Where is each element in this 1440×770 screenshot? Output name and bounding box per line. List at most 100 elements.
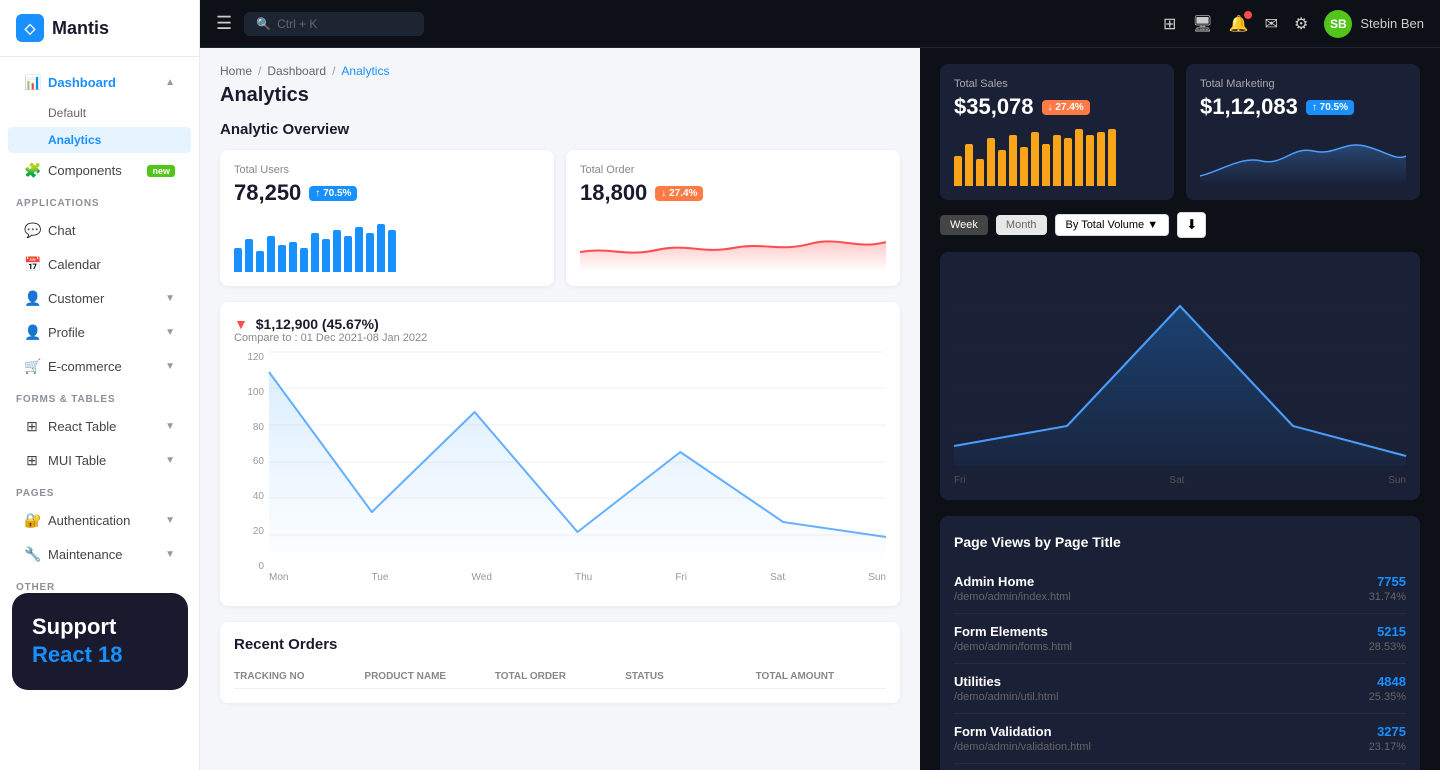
analytic-overview-title: Analytic Overview <box>220 121 900 138</box>
btn-volume[interactable]: By Total Volume ▼ <box>1055 214 1170 236</box>
income-compare: Compare to : 01 Dec 2021-08 Jan 2022 <box>234 332 427 344</box>
btn-download[interactable]: ⬇ <box>1177 212 1206 238</box>
page-views-section: Page Views by Page Title Admin Home /dem… <box>940 516 1420 770</box>
section-pages: Pages <box>0 478 199 503</box>
customer-label: Customer <box>48 291 104 306</box>
settings-icon[interactable]: ⚙ <box>1294 14 1308 34</box>
sidebar: ◇ Mantis 📊 Dashboard ▲ Default Analytics… <box>0 0 200 770</box>
auth-chevron: ▼ <box>165 515 175 526</box>
ecommerce-chevron: ▼ <box>165 361 175 372</box>
topbar: ☰ 🔍 Ctrl + K ⊞ 🖥 🔔 ✉ ⚙ SB Stebin Ben <box>200 0 1440 48</box>
income-overview-section: ▼ $1,12,900 (45.67%) Compare to : 01 Dec… <box>220 302 900 606</box>
total-order-label: Total Order <box>580 164 886 176</box>
notification-icon[interactable]: 🔔 <box>1229 14 1249 34</box>
orders-table-header: TRACKING NO PRODUCT NAME TOTAL ORDER STA… <box>234 665 886 689</box>
breadcrumb-current: Analytics <box>341 64 389 78</box>
ecommerce-label: E-commerce <box>48 359 122 374</box>
user-avatar: SB <box>1324 10 1352 38</box>
maintenance-chevron: ▼ <box>165 549 175 560</box>
total-users-badge: ↑ 70.5% <box>309 186 357 201</box>
income-line-chart: 120 100 80 60 40 20 0 <box>234 352 886 592</box>
stat-card-total-users: Total Users 78,250 ↑ 70.5% <box>220 150 554 286</box>
income-controls: Week Month By Total Volume ▼ ⬇ <box>940 212 1420 238</box>
calendar-icon: 📅 <box>24 256 40 273</box>
th-tracking: TRACKING NO <box>234 671 364 682</box>
stat-cards: Total Users 78,250 ↑ 70.5% <box>220 150 900 286</box>
sidebar-item-react-table[interactable]: ⊞ React Table ▼ <box>8 410 191 443</box>
sidebar-item-analytics[interactable]: Analytics <box>8 127 191 153</box>
chat-label: Chat <box>48 223 75 238</box>
components-label: Components <box>48 163 122 178</box>
calendar-label: Calendar <box>48 257 101 272</box>
mui-table-chevron: ▼ <box>165 455 175 466</box>
total-order-value: 18,800 ↓ 27.4% <box>580 180 886 206</box>
ecommerce-icon: 🛒 <box>24 358 40 375</box>
notification-dot <box>1244 11 1252 19</box>
total-users-label: Total Users <box>234 164 540 176</box>
right-xaxis: Fri Sat Sun <box>954 475 1406 486</box>
mail-icon[interactable]: ✉ <box>1265 14 1278 34</box>
section-applications: Applications <box>0 188 199 213</box>
apps-icon[interactable]: ⊞ <box>1163 14 1176 34</box>
react-table-icon: ⊞ <box>24 418 40 435</box>
sidebar-item-components[interactable]: 🧩 Components new <box>8 154 191 187</box>
breadcrumb: Home / Dashboard / Analytics <box>220 64 900 78</box>
breadcrumb-dashboard[interactable]: Dashboard <box>267 64 326 78</box>
total-order-chart <box>580 212 886 272</box>
maintenance-label: Maintenance <box>48 547 122 562</box>
components-icon: 🧩 <box>24 162 40 179</box>
display-icon[interactable]: 🖥 <box>1192 14 1212 34</box>
right-chart-section: Fri Sat Sun <box>940 252 1420 500</box>
sidebar-item-authentication[interactable]: 🔐 Authentication ▼ <box>8 504 191 537</box>
income-value: ▼ $1,12,900 (45.67%) <box>234 316 427 332</box>
topbar-left: ☰ 🔍 Ctrl + K <box>216 12 424 36</box>
total-marketing-label: Total Marketing <box>1200 78 1406 90</box>
mui-table-label: MUI Table <box>48 453 106 468</box>
page-view-item-utilities: Utilities /demo/admin/util.html 4848 25.… <box>954 664 1406 714</box>
support-line1: Support <box>32 614 116 639</box>
sidebar-item-customer[interactable]: 👤 Customer ▼ <box>8 282 191 315</box>
total-sales-label: Total Sales <box>954 78 1160 90</box>
sidebar-dashboard-label: Dashboard <box>48 75 116 90</box>
search-box[interactable]: 🔍 Ctrl + K <box>244 12 424 36</box>
total-marketing-value: $1,12,083 ↑ 70.5% <box>1200 94 1406 120</box>
sidebar-item-default[interactable]: Default <box>8 100 191 126</box>
total-users-value: 78,250 ↑ 70.5% <box>234 180 540 206</box>
maintenance-icon: 🔧 <box>24 546 40 563</box>
page-title: Analytics <box>220 84 900 107</box>
search-placeholder: Ctrl + K <box>277 17 317 31</box>
sidebar-item-chat[interactable]: 💬 Chat <box>8 214 191 247</box>
dark-stat-cards: Total Sales $35,078 ↓ 27.4% <box>940 64 1420 200</box>
search-icon: 🔍 <box>256 17 271 31</box>
sidebar-item-dashboard[interactable]: 📊 Dashboard ▲ <box>8 66 191 99</box>
sidebar-item-calendar[interactable]: 📅 Calendar <box>8 248 191 281</box>
page-views-title: Page Views by Page Title <box>954 534 1406 550</box>
profile-icon: 👤 <box>24 324 40 341</box>
sidebar-logo: ◇ Mantis <box>0 0 199 57</box>
recent-orders-section: Recent Orders TRACKING NO PRODUCT NAME T… <box>220 622 900 703</box>
th-total-amount: TOTAL AMOUNT <box>756 671 886 682</box>
sidebar-item-ecommerce[interactable]: 🛒 E-commerce ▼ <box>8 350 191 383</box>
menu-toggle-button[interactable]: ☰ <box>216 13 232 34</box>
components-badge: new <box>147 165 175 177</box>
dashboard-chevron: ▲ <box>165 77 175 88</box>
sidebar-item-maintenance[interactable]: 🔧 Maintenance ▼ <box>8 538 191 571</box>
breadcrumb-home[interactable]: Home <box>220 64 252 78</box>
sidebar-item-mui-table[interactable]: ⊞ MUI Table ▼ <box>8 444 191 477</box>
total-sales-value: $35,078 ↓ 27.4% <box>954 94 1160 120</box>
btn-week[interactable]: Week <box>940 215 988 235</box>
chat-icon: 💬 <box>24 222 40 239</box>
page-view-item-modals: Modals /demo/admin/modals.html 3003 22.2… <box>954 764 1406 770</box>
user-name: Stebin Ben <box>1360 16 1424 31</box>
stat-card-total-sales: Total Sales $35,078 ↓ 27.4% <box>940 64 1174 200</box>
section-forms-tables: Forms & Tables <box>0 384 199 409</box>
user-avatar-section[interactable]: SB Stebin Ben <box>1324 10 1424 38</box>
content-area: Home / Dashboard / Analytics Analytics A… <box>200 48 1440 770</box>
mui-table-icon: ⊞ <box>24 452 40 469</box>
btn-month[interactable]: Month <box>996 215 1047 235</box>
support-popup[interactable]: Support React 18 <box>12 593 188 690</box>
profile-label: Profile <box>48 325 85 340</box>
sidebar-item-profile[interactable]: 👤 Profile ▼ <box>8 316 191 349</box>
chart-xaxis: Mon Tue Wed Thu Fri Sat Sun <box>269 572 886 592</box>
th-status: STATUS <box>625 671 755 682</box>
